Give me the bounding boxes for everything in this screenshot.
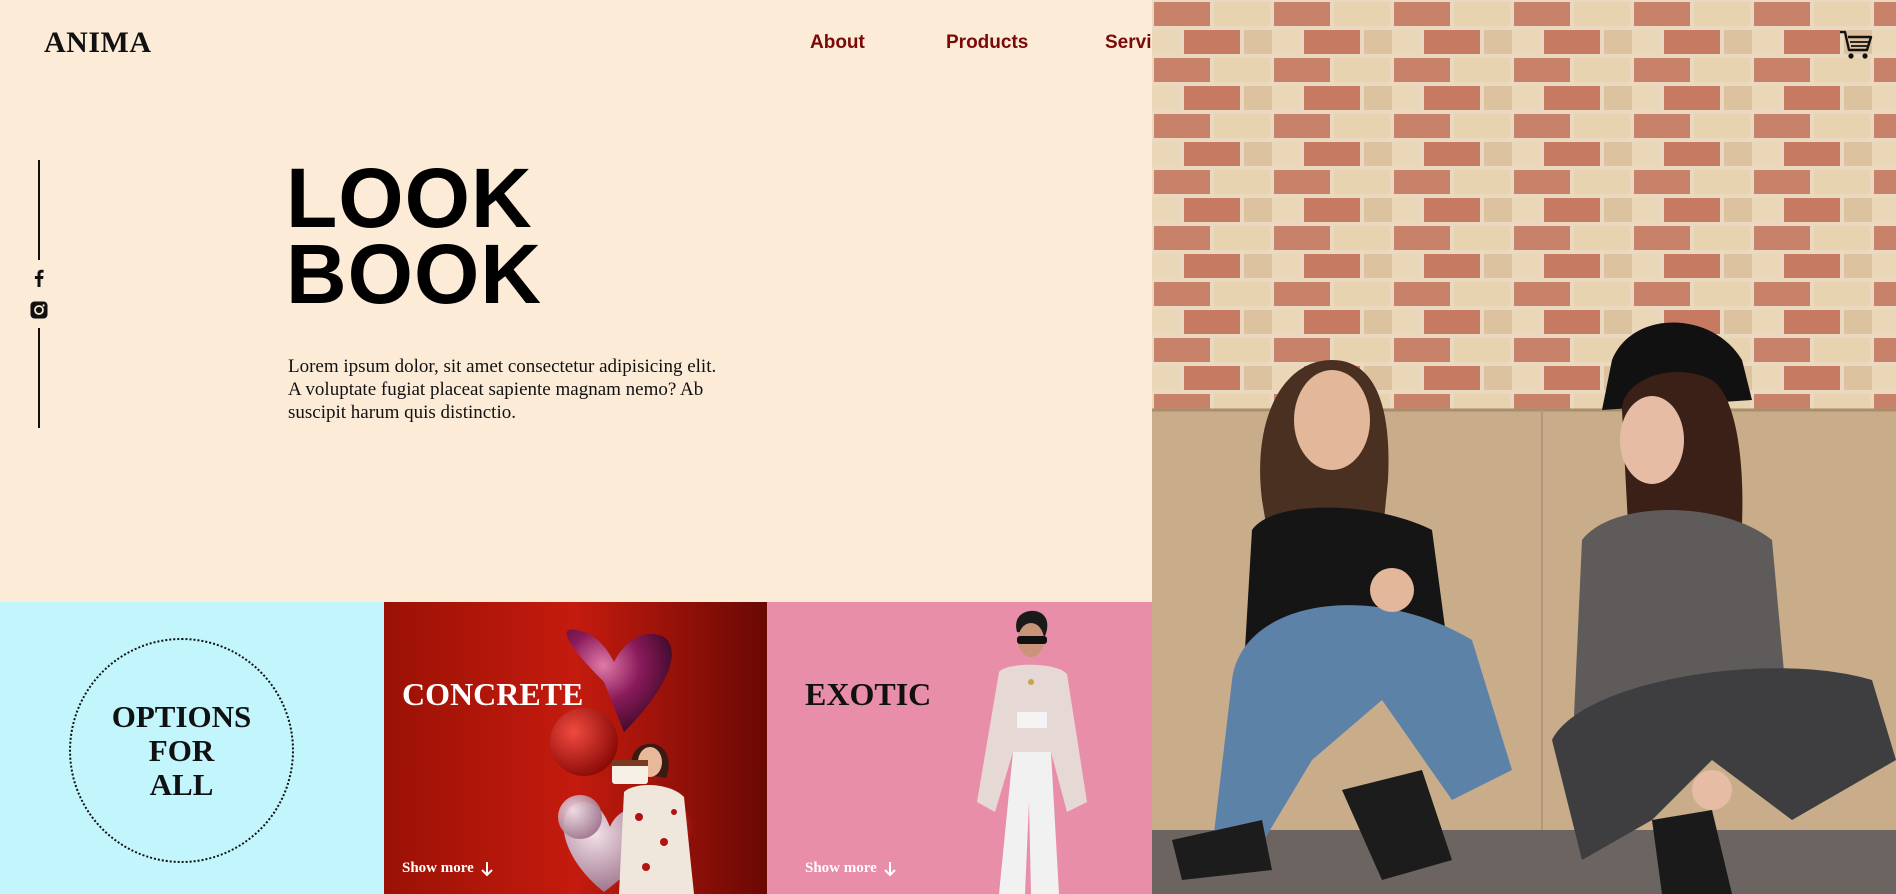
hero-title-line-2: BOOK bbox=[286, 227, 542, 321]
hero-description: Lorem ipsum dolor, sit amet consectetur … bbox=[288, 356, 717, 423]
options-line-3: ALL bbox=[149, 766, 214, 802]
concrete-show-more[interactable]: Show more bbox=[402, 860, 494, 877]
concrete-show-more-label: Show more bbox=[402, 860, 474, 876]
options-card: OPTIONS FOR ALL bbox=[0, 602, 384, 894]
nav-about[interactable]: About bbox=[810, 32, 865, 54]
options-line-1: OPTIONS bbox=[111, 698, 252, 734]
exotic-title: EXOTIC bbox=[805, 676, 932, 712]
facebook-icon[interactable] bbox=[29, 268, 49, 288]
options-circle: OPTIONS FOR ALL bbox=[69, 638, 294, 863]
options-line-2: FOR bbox=[148, 732, 215, 768]
brick-wall-photo bbox=[1152, 0, 1896, 894]
arrow-down-icon bbox=[884, 861, 896, 876]
hero-title: LOOK BOOK bbox=[286, 151, 542, 321]
concrete-title: CONCRETE bbox=[402, 676, 584, 712]
social-divider-top bbox=[38, 160, 40, 260]
hero-title-line-1: LOOK bbox=[286, 151, 533, 245]
arrow-down-icon bbox=[481, 861, 493, 876]
social-divider-bottom bbox=[38, 328, 40, 428]
instagram-icon[interactable] bbox=[29, 300, 49, 320]
exotic-card-image bbox=[977, 610, 1087, 894]
hero-photo bbox=[1152, 0, 1896, 894]
concrete-card-image bbox=[384, 602, 767, 894]
main-nav: About Products Services bbox=[0, 32, 1183, 62]
exotic-show-more[interactable]: Show more bbox=[805, 860, 897, 877]
concrete-card[interactable]: CONCRETE Show more bbox=[384, 602, 767, 894]
options-text: OPTIONS FOR ALL bbox=[111, 698, 252, 802]
category-cards: OPTIONS FOR ALL CONCRETE Show more EXOTI… bbox=[0, 602, 1152, 894]
exotic-show-more-label: Show more bbox=[805, 860, 877, 876]
exotic-card[interactable]: EXOTIC Show more bbox=[767, 602, 1152, 894]
nav-products[interactable]: Products bbox=[946, 32, 1028, 54]
left-panel: ANIMA About Products Services LOOK BOOK … bbox=[0, 0, 1183, 894]
cart-icon[interactable] bbox=[1836, 24, 1876, 64]
